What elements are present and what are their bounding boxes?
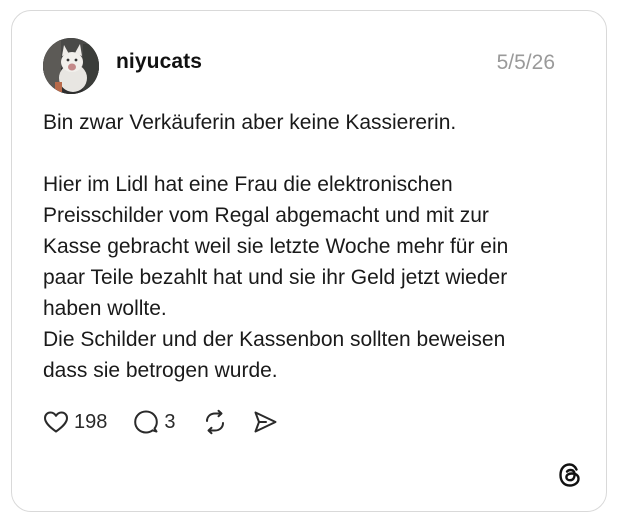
share-icon <box>252 409 278 435</box>
post-line: haben wollte. <box>43 297 167 320</box>
comment-icon <box>133 409 159 435</box>
comment-button[interactable]: 3 <box>133 409 176 435</box>
post-body: Bin zwar Verkäuferin aber keine Kassiere… <box>43 107 583 386</box>
repost-icon <box>202 409 228 435</box>
post-line: Kasse gebracht weil sie letzte Woche meh… <box>43 235 509 258</box>
action-bar: 198 3 <box>43 407 278 437</box>
repost-button[interactable] <box>202 409 228 435</box>
cat-avatar-image <box>43 38 99 94</box>
share-button[interactable] <box>252 409 278 435</box>
post-line: Bin zwar Verkäuferin aber keine Kassiere… <box>43 111 457 134</box>
post-line: paar Teile bezahlt hat und sie ihr Geld … <box>43 266 508 289</box>
heart-icon <box>43 410 69 434</box>
comment-count: 3 <box>164 410 176 433</box>
post-date: 5/5/26 <box>496 51 555 74</box>
like-button[interactable]: 198 <box>43 410 107 434</box>
post-line: Die Schilder und der Kassenbon sollten b… <box>43 328 506 351</box>
avatar[interactable] <box>43 38 99 94</box>
post-line: dass sie betrogen wurde. <box>43 359 278 382</box>
like-count: 198 <box>74 410 108 433</box>
threads-logo-icon <box>556 461 584 489</box>
post-line: Hier im Lidl hat eine Frau die elektroni… <box>43 173 453 196</box>
username[interactable]: niyucats <box>116 50 202 74</box>
post-line: Preisschilder vom Regal abgemacht und mi… <box>43 204 489 227</box>
post-card: niyucats 5/5/26 Bin zwar Verkäuferin abe… <box>11 10 607 512</box>
